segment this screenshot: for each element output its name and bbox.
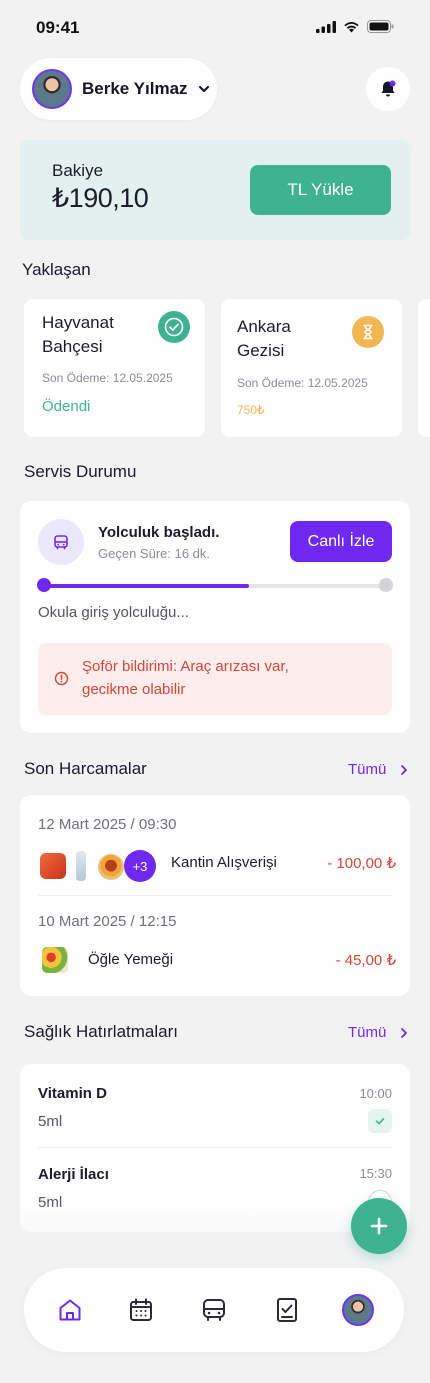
payment-amount: 750₺ (237, 403, 265, 417)
calendar-icon (130, 1298, 152, 1321)
balance-value: ₺190,10 (52, 183, 149, 213)
bus-icon (54, 535, 68, 550)
wifi-icon (344, 21, 359, 32)
spending-amount: - 100,00 ₺ (327, 855, 396, 872)
nav-calendar[interactable] (121, 1290, 161, 1330)
medicine-dose: 5ml (38, 1113, 63, 1130)
nav-tasks[interactable] (267, 1290, 307, 1330)
route-end-dot (379, 578, 393, 592)
taken-checkbox[interactable] (368, 1109, 392, 1133)
balance-card: Bakiye ₺190,10 TL Yükle (20, 140, 410, 240)
spending-title: Son Harcamalar (24, 759, 147, 778)
divider (38, 895, 392, 896)
driver-alert: Şoför bildirimi: Araç arızası var, gecik… (38, 643, 392, 715)
reminder-time: 10:00 (359, 1086, 392, 1101)
health-see-all[interactable]: Tümü (348, 1024, 408, 1041)
water-bottle-thumbnail (76, 851, 86, 881)
bottom-nav (24, 1268, 404, 1352)
nav-profile[interactable] (338, 1290, 378, 1330)
topup-button[interactable]: TL Yükle (250, 165, 391, 215)
route-progress-track (44, 584, 386, 588)
medicine-name: Alerji İlacı (38, 1166, 109, 1183)
profile-name: Berke Yılmaz (82, 79, 188, 98)
divider (38, 1147, 392, 1148)
upcoming-card[interactable]: Hayvanat Bahçesi Son Ödeme: 12.05.2025 Ö… (24, 299, 205, 437)
alert-line1: Şoför bildirimi: Araç arızası var, (82, 658, 289, 675)
see-all-label: Tümü (348, 761, 387, 778)
route-start-dot (37, 578, 51, 592)
spending-name: Kantin Alışverişi (171, 854, 277, 871)
home-icon (59, 1299, 81, 1321)
nav-bus[interactable] (194, 1290, 234, 1330)
spending-items-thumbnails: +3 (40, 848, 175, 884)
service-title: Servis Durumu (24, 462, 137, 481)
lunch-thumbnail (42, 947, 68, 973)
payment-status: Ödendi (42, 398, 91, 415)
burger-thumbnail (98, 854, 124, 880)
reminder-time: 15:30 (359, 1166, 392, 1181)
spending-card: 12 Mart 2025 / 09:30 +3 Kantin Alışveriş… (20, 795, 410, 996)
upcoming-card-partial[interactable] (418, 299, 430, 437)
nav-home[interactable] (50, 1290, 90, 1330)
hourglass-icon (363, 324, 373, 340)
elapsed-time: Geçen Süre: 16 dk. (98, 546, 211, 561)
spending-see-all[interactable]: Tümü (348, 761, 408, 778)
service-card: Yolculuk başladı. Geçen Süre: 16 dk. Can… (20, 501, 410, 733)
avatar (32, 69, 72, 109)
profile-selector[interactable]: Berke Yılmaz (20, 58, 217, 120)
profile-avatar (342, 1294, 374, 1326)
trip-status: Yolculuk başladı. (98, 524, 220, 541)
upcoming-title-line1: Ankara (237, 317, 291, 336)
spending-datetime: 12 Mart 2025 / 09:30 (38, 816, 177, 833)
chips-thumbnail (40, 853, 66, 879)
alert-line2: gecikme olabilir (82, 681, 186, 698)
paid-badge (158, 311, 190, 343)
status-icons (316, 20, 394, 33)
check-icon (375, 1118, 385, 1125)
chevron-down-icon (198, 85, 209, 93)
bus-badge (38, 519, 84, 565)
pending-badge (352, 316, 384, 348)
health-title: Sağlık Hatırlatmaları (24, 1022, 178, 1041)
checklist-icon (277, 1298, 297, 1322)
due-date: Son Ödeme: 12.05.2025 (237, 376, 368, 390)
route-progress-fill (44, 584, 250, 588)
check-circle-icon (164, 317, 184, 337)
medicine-dose: 5ml (38, 1194, 63, 1211)
bell-icon (381, 80, 396, 97)
see-all-label: Tümü (348, 1024, 387, 1041)
plus-icon (370, 1217, 388, 1235)
health-card: Vitamin D 5ml 10:00 Alerji İlacı 5ml 15:… (20, 1064, 410, 1232)
chevron-right-icon (401, 1027, 408, 1038)
upcoming-title-line1: Hayvanat (42, 313, 114, 332)
live-track-button[interactable]: Canlı İzle (290, 521, 392, 562)
upcoming-title-line2: Gezisi (237, 341, 285, 360)
balance-label: Bakiye (52, 161, 104, 180)
battery-icon (367, 20, 394, 33)
signal-icon (316, 20, 336, 33)
upcoming-title: Yaklaşan (22, 260, 91, 279)
spending-amount: - 45,00 ₺ (335, 952, 396, 969)
route-text: Okula giriş yolculuğu... (38, 604, 189, 621)
chevron-right-icon (401, 764, 408, 775)
status-time: 09:41 (36, 18, 80, 37)
spending-name: Öğle Yemeği (88, 951, 174, 968)
add-button[interactable] (351, 1198, 407, 1254)
upcoming-title-line2: Bahçesi (42, 337, 103, 356)
due-date: Son Ödeme: 12.05.2025 (42, 371, 173, 385)
bus-icon (203, 1299, 225, 1321)
more-items-badge: +3 (124, 850, 156, 882)
notifications-button[interactable] (366, 67, 410, 111)
alert-icon (54, 671, 69, 686)
medicine-name: Vitamin D (38, 1085, 107, 1102)
spending-datetime: 10 Mart 2025 / 12:15 (38, 913, 177, 930)
upcoming-card[interactable]: Ankara Gezisi Son Ödeme: 12.05.2025 750₺ (221, 299, 402, 437)
